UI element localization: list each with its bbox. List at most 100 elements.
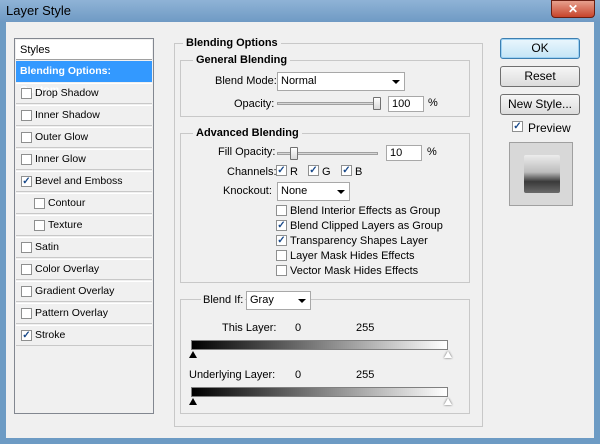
style-item-label: Gradient Overlay [35,285,115,297]
title-bar[interactable]: Layer Style ✕ [0,0,600,22]
stroke-checkbox[interactable]: ✓ [21,330,32,341]
style-item-label: Contour [48,197,86,209]
style-item-stroke[interactable]: ✓ Stroke [16,325,152,346]
this-layer-min: 0 [295,322,302,334]
style-item-color-overlay[interactable]: Color Overlay [16,259,152,280]
knockout-label: Knockout: [223,185,272,197]
this-layer-white-slider[interactable] [444,351,452,358]
underlying-black-slider[interactable] [189,398,197,405]
contour-checkbox[interactable] [34,198,45,209]
ok-button[interactable]: OK [500,38,580,59]
dialog-body: Styles Blending Options: Custom Drop Sha… [6,22,594,438]
reset-button[interactable]: Reset [500,66,580,87]
pattern-overlay-checkbox[interactable] [21,308,32,319]
channel-b-label: B [355,166,363,178]
blend-clipped-checkbox[interactable]: ✓ [276,220,287,231]
channel-g-label: G [322,166,331,178]
style-item-contour[interactable]: Contour [16,193,152,214]
underlying-layer-max: 255 [356,369,375,381]
vector-mask-hides-checkbox[interactable] [276,265,287,276]
style-item-label: Stroke [35,329,66,341]
knockout-value: None [281,185,308,197]
chevron-down-icon [392,80,400,84]
style-item-texture[interactable]: Texture [16,215,152,236]
new-style-button[interactable]: New Style... [500,94,580,115]
blend-mode-select[interactable]: Normal [277,72,405,91]
blend-if-select[interactable]: Gray [246,291,311,310]
blend-interior-checkbox[interactable] [276,205,287,216]
fill-opacity-slider-thumb[interactable] [290,147,299,160]
fill-opacity-input[interactable]: 10 [386,145,422,161]
underlying-layer-label: Underlying Layer: [189,369,276,381]
close-button[interactable]: ✕ [551,0,595,18]
style-item-outer-glow[interactable]: Outer Glow [16,127,152,148]
blend-if-label: Blend If: [201,294,246,306]
channel-b-checkbox[interactable]: ✓ [341,165,352,176]
inner-shadow-checkbox[interactable] [21,110,32,121]
blend-mode-label: Blend Mode: [215,75,277,87]
style-item-satin[interactable]: Satin [16,237,152,258]
style-item-label: Drop Shadow [35,87,99,99]
style-item-label: Outer Glow [35,131,89,143]
style-preview [509,142,573,206]
opacity-unit: % [428,97,438,109]
underlying-white-slider[interactable] [444,398,452,405]
blending-options-title: Blending Options [183,37,281,49]
window-title: Layer Style [6,3,72,18]
color-overlay-checkbox[interactable] [21,264,32,275]
channel-g-checkbox[interactable]: ✓ [308,165,319,176]
style-item-label: Bevel and Emboss [35,175,123,187]
underlying-layer-gradient [191,387,448,397]
transparency-shapes-label: Transparency Shapes Layer [290,235,428,247]
drop-shadow-checkbox[interactable] [21,88,32,99]
opacity-input[interactable]: 100 [388,96,424,112]
this-layer-label: This Layer: [222,322,277,334]
inner-glow-checkbox[interactable] [21,154,32,165]
vector-mask-hides-label: Vector Mask Hides Effects [290,265,419,277]
bevel-emboss-checkbox[interactable]: ✓ [21,176,32,187]
satin-checkbox[interactable] [21,242,32,253]
channel-r-checkbox[interactable]: ✓ [276,165,287,176]
style-item-label: Satin [35,241,59,253]
channel-r-label: R [290,166,298,178]
style-item-gradient-overlay[interactable]: Gradient Overlay [16,281,152,302]
styles-list: Styles Blending Options: Custom Drop Sha… [14,38,154,414]
gradient-overlay-checkbox[interactable] [21,286,32,297]
this-layer-black-slider[interactable] [189,351,197,358]
style-item-label: Color Overlay [35,263,100,275]
outer-glow-checkbox[interactable] [21,132,32,143]
style-item-pattern-overlay[interactable]: Pattern Overlay [16,303,152,324]
style-item-inner-shadow[interactable]: Inner Shadow [16,105,152,126]
styles-header[interactable]: Styles [16,40,152,60]
style-item-inner-glow[interactable]: Inner Glow [16,149,152,170]
layer-mask-hides-checkbox[interactable] [276,250,287,261]
layer-mask-hides-label: Layer Mask Hides Effects [290,250,415,262]
preview-label: Preview [528,121,571,135]
fill-opacity-unit: % [427,146,437,158]
preview-checkbox[interactable]: ✓ [512,121,523,132]
preview-swatch [524,155,560,193]
style-item-label: Inner Glow [35,153,86,165]
underlying-layer-min: 0 [295,369,302,381]
blend-mode-value: Normal [281,75,317,87]
close-icon: ✕ [567,2,579,16]
style-item-label: Texture [48,219,83,231]
style-item-drop-shadow[interactable]: Drop Shadow [16,83,152,104]
blend-if-value: Gray [250,294,274,306]
transparency-shapes-checkbox[interactable]: ✓ [276,235,287,246]
this-layer-gradient [191,340,448,350]
style-item-label: Pattern Overlay [35,307,108,319]
chevron-down-icon [298,299,306,303]
texture-checkbox[interactable] [34,220,45,231]
opacity-label: Opacity: [234,98,275,110]
style-item-label: Inner Shadow [35,109,100,121]
fill-opacity-label: Fill Opacity: [218,146,276,158]
style-item-blending-options[interactable]: Blending Options: Custom [16,61,152,96]
knockout-select[interactable]: None [277,182,350,201]
blend-clipped-label: Blend Clipped Layers as Group [290,220,443,232]
general-blending-title: General Blending [193,54,291,66]
chevron-down-icon [337,190,345,194]
opacity-slider-track[interactable] [277,102,381,105]
style-item-bevel-emboss[interactable]: ✓ Bevel and Emboss [16,171,152,192]
opacity-slider-thumb[interactable] [373,97,381,110]
